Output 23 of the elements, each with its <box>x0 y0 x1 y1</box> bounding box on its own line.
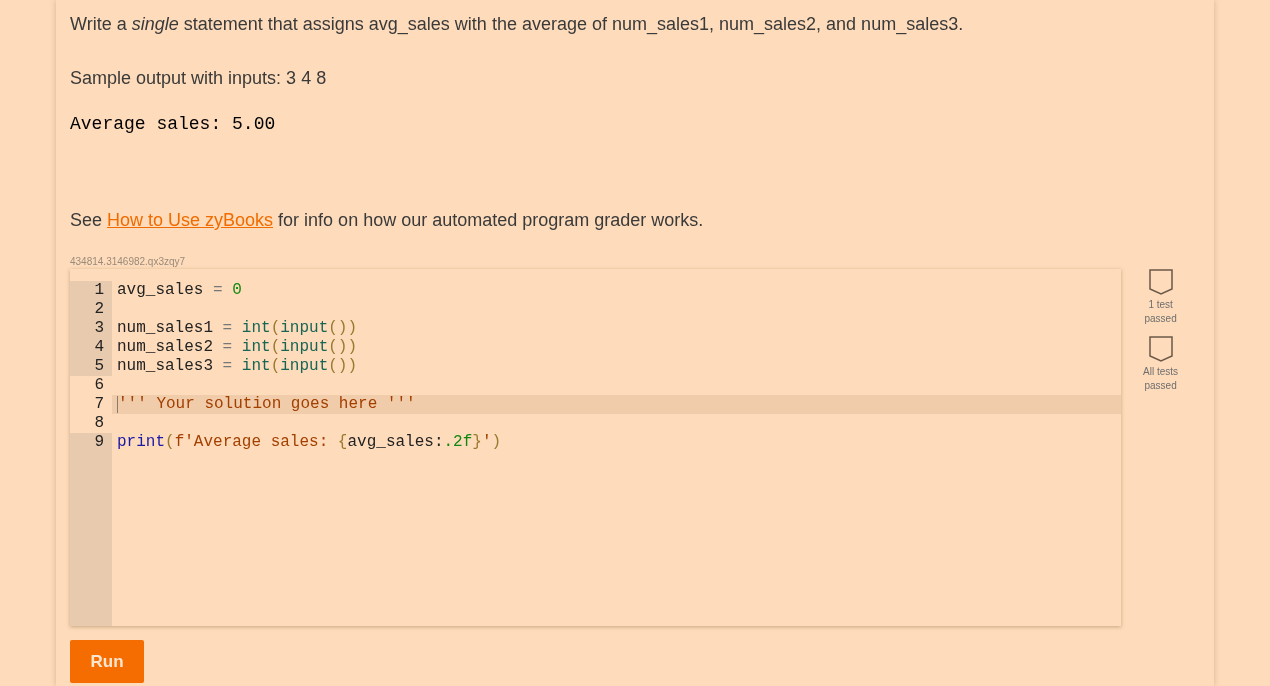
text-cursor <box>117 396 118 413</box>
info-text: See How to Use zyBooks for info on how our automated program grader works. <box>70 209 705 232</box>
code-line: print(f'Average sales: {avg_sales:.2f}') <box>117 433 502 452</box>
code-line: num_sales3 = int(input()) <box>117 357 358 376</box>
prompt-text: Write a single statement that assigns avg_sales with the average of num_sales1, num_sales2, and num_sales3. <box>70 13 965 36</box>
line-number: 1 <box>70 281 112 300</box>
code-line: num_sales2 = int(input()) <box>117 338 358 357</box>
code-line: avg_sales = 0 <box>117 281 242 300</box>
code-line: num_sales1 = int(input()) <box>117 319 358 338</box>
sample-label: Sample output with inputs: 3 4 8 <box>70 67 328 90</box>
line-number: 5 <box>70 357 112 376</box>
challenge-id: 434814.3146982.qx3zqy7 <box>70 256 187 267</box>
line-number: 9 <box>70 433 112 452</box>
test-label: All tests passed <box>1142 365 1180 393</box>
code-editor[interactable]: 1 avg_sales = 0 2 3 num_sales1 = int(input()) 4 num_sales2 = int(input()) 5 num_sales3 = int(input()) 6 7 ''' Your solution goes here ''' 8 9 print(f'Average sales: {avg_sales:.2f}') <box>70 269 1122 626</box>
code-line: ''' Your solution goes here ''' <box>118 395 416 414</box>
help-link[interactable]: How to Use zyBooks <box>107 210 274 230</box>
line-number: 3 <box>70 319 112 338</box>
run-button[interactable]: Run <box>70 640 144 683</box>
test-label: 1 test passed <box>1143 298 1178 326</box>
line-number: 2 <box>70 300 112 319</box>
sample-output: Average sales: 5.00 <box>70 114 277 134</box>
line-number: 4 <box>70 338 112 357</box>
